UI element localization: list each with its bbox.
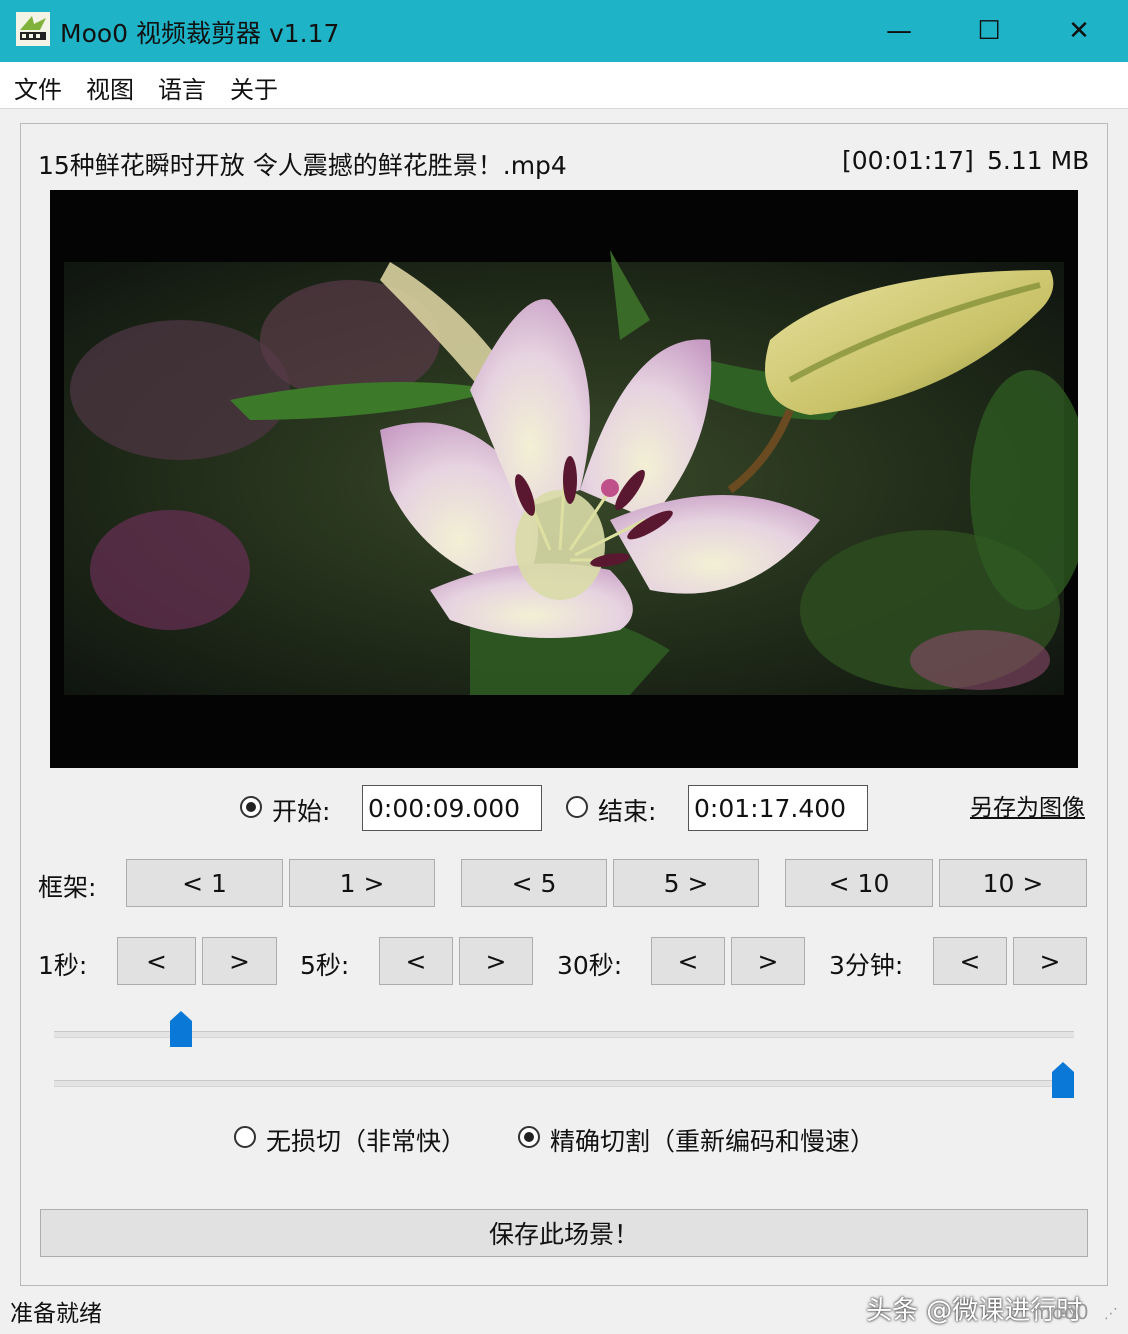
minimize-button[interactable]: — (854, 0, 944, 62)
start-label: 开始: (272, 797, 331, 826)
menu-view[interactable]: 视图 (86, 70, 134, 105)
frame-back-10-button[interactable]: < 10 (785, 859, 933, 907)
end-radio[interactable] (566, 796, 588, 818)
step-5s-back-button[interactable]: < (379, 937, 453, 985)
step-3min-forward-button[interactable]: > (1013, 937, 1087, 985)
end-label: 结束: (598, 797, 657, 826)
video-frame-image (64, 250, 1078, 695)
start-radio[interactable] (240, 796, 262, 818)
app-logo-icon (16, 12, 50, 46)
start-slider-thumb[interactable] (170, 1011, 192, 1047)
menu-about[interactable]: 关于 (230, 70, 278, 105)
precise-radio[interactable] (518, 1126, 540, 1148)
step-30s-back-button[interactable]: < (651, 937, 725, 985)
status-bar: 准备就绪 头条 @微课进行时 moo0 ⋰ (0, 1290, 1128, 1334)
end-slider-thumb[interactable] (1052, 1062, 1074, 1098)
step-30s-forward-button[interactable]: > (731, 937, 805, 985)
window-title: Moo0 视频裁剪器 v1.17 (60, 19, 340, 48)
start-time-input[interactable] (362, 785, 542, 831)
file-duration: [00:01:17] (842, 146, 974, 175)
step-3min-label: 3分钟: (829, 951, 904, 980)
lossless-radio[interactable] (234, 1126, 256, 1148)
step-5s-label: 5秒: (300, 951, 350, 980)
file-size: 5.11 MB (987, 146, 1090, 175)
title-bar[interactable]: Moo0 视频裁剪器 v1.17 — ☐ ✕ (0, 0, 1128, 62)
video-preview[interactable] (50, 190, 1078, 768)
menu-language[interactable]: 语言 (158, 70, 206, 105)
frame-back-1-button[interactable]: < 1 (126, 859, 283, 907)
step-30s-label: 30秒: (557, 951, 623, 980)
status-text: 准备就绪 (10, 1301, 102, 1327)
step-3min-back-button[interactable]: < (933, 937, 1007, 985)
menu-file[interactable]: 文件 (14, 70, 62, 105)
lossless-label: 无损切（非常快） (266, 1127, 467, 1156)
resize-grip-icon[interactable]: ⋰ (1104, 1306, 1118, 1322)
save-as-image-link[interactable]: 另存为图像 (970, 788, 1085, 822)
frame-forward-5-button[interactable]: 5 > (613, 859, 759, 907)
save-scene-button[interactable]: 保存此场景！ (40, 1209, 1088, 1257)
step-5s-forward-button[interactable]: > (459, 937, 533, 985)
end-time-input[interactable] (688, 785, 868, 831)
start-slider-track[interactable] (54, 1031, 1074, 1038)
step-1s-back-button[interactable]: < (117, 937, 196, 985)
frame-back-5-button[interactable]: < 5 (461, 859, 607, 907)
step-1s-forward-button[interactable]: > (202, 937, 277, 985)
menu-bar: 文件 视图 语言 关于 (0, 62, 1128, 109)
maximize-button[interactable]: ☐ (944, 0, 1034, 62)
precise-label: 精确切割（重新编码和慢速） (550, 1127, 876, 1156)
moo0-logo: moo0 (1032, 1300, 1089, 1324)
file-name: 15种鲜花瞬时开放 令人震撼的鲜花胜景！.mp4 (38, 151, 567, 180)
end-slider-track[interactable] (54, 1080, 1074, 1087)
step-1s-label: 1秒: (38, 951, 88, 980)
close-button[interactable]: ✕ (1034, 0, 1124, 62)
frame-forward-1-button[interactable]: 1 > (289, 859, 435, 907)
frames-label: 框架: (38, 873, 97, 902)
frame-forward-10-button[interactable]: 10 > (939, 859, 1087, 907)
